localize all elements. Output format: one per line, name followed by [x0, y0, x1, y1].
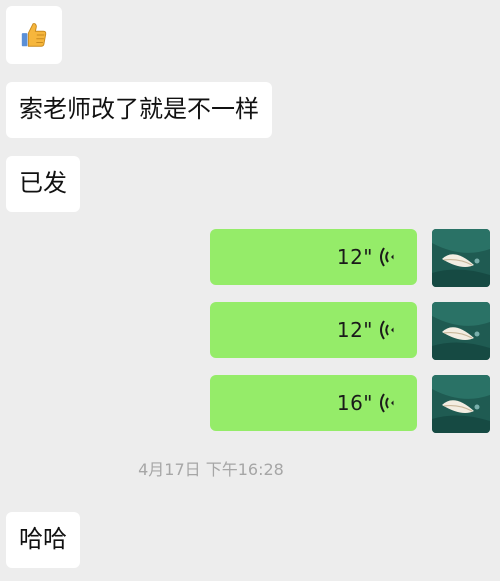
message-bubble[interactable]: 已发 [6, 156, 80, 212]
message-bubble-thumbs-up[interactable] [6, 6, 62, 64]
message-text: 哈哈 [19, 525, 67, 553]
avatar[interactable] [432, 375, 490, 433]
voice-duration: 16" [336, 391, 373, 415]
timestamp: 4月17日 下午16:28 [138, 460, 284, 479]
voice-message-bubble[interactable]: 12" [210, 302, 417, 358]
voice-duration: 12" [336, 318, 373, 342]
voice-message-bubble[interactable]: 12" [210, 229, 417, 285]
voice-wave-icon [380, 393, 394, 413]
voice-wave-icon [380, 320, 394, 340]
avatar[interactable] [432, 302, 490, 360]
avatar[interactable] [432, 229, 490, 287]
message-bubble[interactable]: 哈哈 [6, 512, 80, 568]
voice-message-bubble[interactable]: 16" [210, 375, 417, 431]
message-bubble[interactable]: 索老师改了就是不一样 [6, 82, 272, 138]
voice-duration: 12" [336, 245, 373, 269]
message-text: 索老师改了就是不一样 [19, 95, 259, 123]
voice-wave-icon [380, 247, 394, 267]
thumbs-up-icon [21, 23, 47, 47]
message-text: 已发 [19, 169, 67, 197]
chat-area: 索老师改了就是不一样 已发 12" 12" 16" 4月17日 下午16:28 … [0, 0, 500, 581]
